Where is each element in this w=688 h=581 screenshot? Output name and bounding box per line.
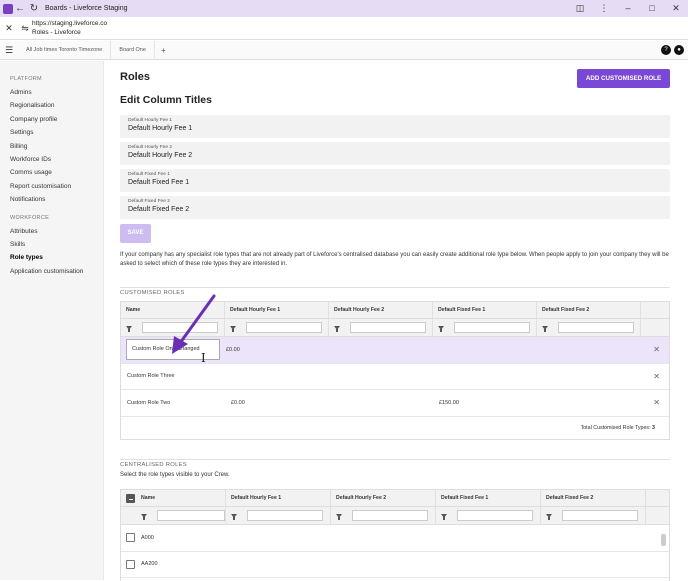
annotation-arrow [172, 294, 216, 354]
text-cursor-icon: I [201, 351, 206, 365]
